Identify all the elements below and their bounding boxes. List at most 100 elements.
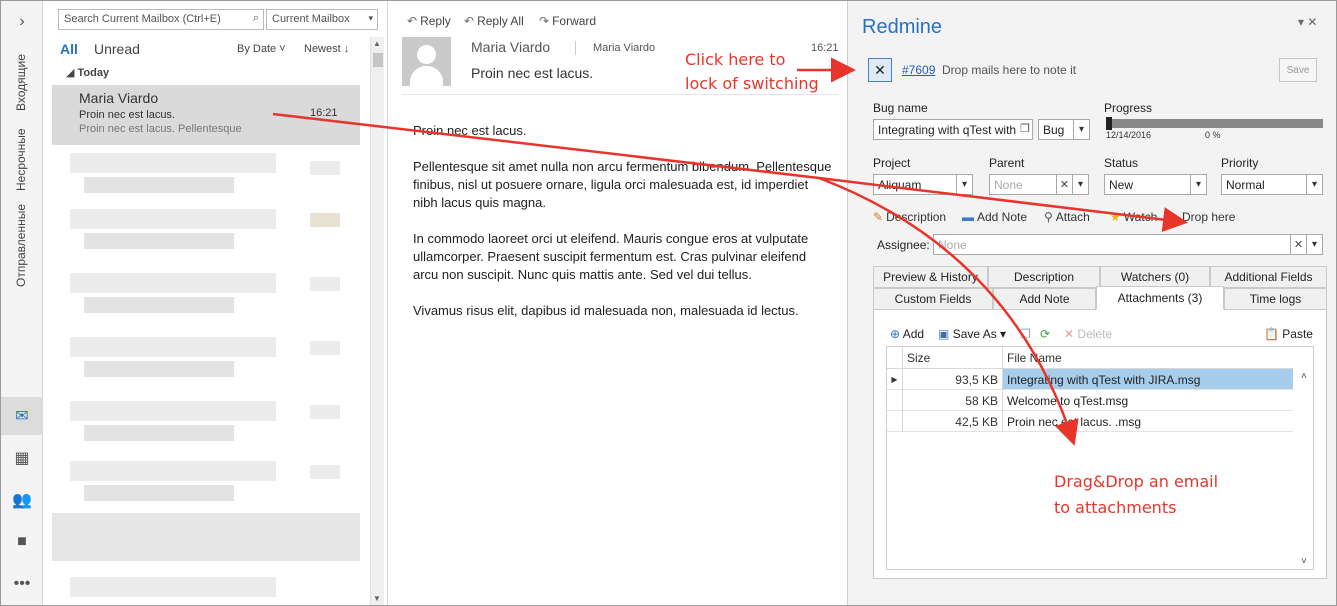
list-item[interactable]	[84, 233, 234, 249]
list-item[interactable]	[84, 485, 234, 501]
scroll-down-icon[interactable]: ▼	[373, 594, 381, 603]
panel-title: Redmine	[862, 16, 943, 38]
reading-recipient[interactable]: Maria Viardo	[593, 42, 655, 54]
tasks-icon[interactable]: ■	[1, 523, 43, 561]
table-row[interactable]: ▶ 93,5 KB Integrating with qTest with JI…	[887, 369, 1293, 390]
search-input[interactable]: Search Current Mailbox (Ctrl+E) ⌕	[58, 9, 264, 30]
folder-low-priority[interactable]: Несрочные	[14, 128, 28, 191]
copy-icon[interactable]: ❐	[1020, 122, 1030, 135]
paste-button[interactable]: 📋 Paste	[1264, 327, 1313, 341]
add-attachment-button[interactable]: ⊕ Add	[890, 327, 924, 341]
bug-name-input[interactable]: Integrating with qTest with ❐	[873, 119, 1033, 140]
description-action-label: Description	[886, 210, 947, 224]
tab-add-note[interactable]: Add Note	[993, 288, 1096, 310]
assignee-select[interactable]: None ✕ ▾	[933, 234, 1323, 255]
status-select[interactable]: New ▾	[1104, 174, 1207, 195]
parent-select[interactable]: None ✕ ▾	[989, 174, 1089, 195]
forward-button[interactable]: ↷ Forward	[539, 14, 596, 28]
list-item[interactable]	[70, 401, 276, 421]
reply-all-button[interactable]: ↶ Reply All	[464, 14, 524, 28]
watch-action[interactable]: ★ Watch	[1110, 210, 1157, 224]
progress-slider[interactable]	[1106, 119, 1323, 128]
tab-custom-fields[interactable]: Custom Fields	[873, 288, 993, 310]
progress-slider-handle[interactable]	[1106, 117, 1112, 130]
list-item[interactable]	[70, 577, 276, 597]
list-item[interactable]	[84, 297, 234, 313]
add-note-action[interactable]: ▬ Add Note	[962, 210, 1027, 224]
tab-time-logs[interactable]: Time logs	[1224, 288, 1327, 310]
chevron-down-icon[interactable]: ▾	[956, 175, 972, 194]
forward-icon: ↷	[539, 14, 550, 28]
refresh-icon[interactable]: ⟳	[1040, 327, 1050, 341]
people-icon[interactable]: 👥	[1, 481, 43, 519]
grid-scrollbar[interactable]: ˄ ˅	[1299, 369, 1313, 569]
list-item[interactable]	[70, 461, 276, 481]
tab-attachments[interactable]: Attachments (3)	[1096, 286, 1224, 310]
delete-attachment-button[interactable]: ✕ Delete	[1064, 327, 1112, 341]
save-as-button[interactable]: ▣ Save As ▾	[938, 327, 1006, 341]
attachment-name[interactable]: Proin nec est lacus. .msg	[1003, 411, 1293, 432]
folder-sent[interactable]: Отправленные	[14, 204, 28, 287]
panel-controls[interactable]: ▾ ✕	[1298, 15, 1317, 29]
column-header-file-name[interactable]: File Name	[1003, 347, 1293, 369]
project-select[interactable]: Aliquam ▾	[873, 174, 973, 195]
tab-additional-fields[interactable]: Additional Fields	[1210, 266, 1327, 288]
list-item[interactable]	[84, 177, 234, 193]
clear-icon[interactable]: ✕	[1290, 235, 1306, 254]
row-pointer-icon: ▶	[887, 369, 903, 390]
reply-button[interactable]: ↶ Reply	[407, 14, 451, 28]
reading-sender[interactable]: Maria Viardo	[471, 39, 550, 55]
list-item[interactable]	[70, 209, 276, 229]
message-list-scrollbar[interactable]: ▲ ▼	[370, 37, 384, 605]
search-icon[interactable]: ⌕	[253, 12, 259, 25]
filter-unread[interactable]: Unread	[94, 41, 140, 57]
list-item[interactable]	[70, 337, 276, 357]
list-item-selected[interactable]: Maria Viardo Proin nec est lacus. Proin …	[52, 85, 360, 145]
list-item[interactable]	[84, 361, 234, 377]
search-scope-select[interactable]: Current Mailbox ▾	[266, 9, 378, 30]
save-button[interactable]: Save	[1279, 58, 1317, 82]
scroll-down-icon[interactable]: ˅	[1301, 556, 1307, 567]
mail-icon[interactable]: ✉	[1, 397, 43, 435]
list-item[interactable]	[84, 425, 234, 441]
scroll-thumb[interactable]	[373, 53, 383, 67]
chevron-down-icon[interactable]: ▾	[1306, 175, 1322, 194]
chevron-right-icon[interactable]: ›	[1, 3, 43, 41]
sort-order-toggle[interactable]: Newest ↓	[304, 43, 349, 55]
list-item[interactable]	[70, 273, 276, 293]
filter-all[interactable]: All	[60, 41, 78, 57]
body-paragraph: Vivamus risus elit, dapibus id malesuada…	[413, 303, 799, 318]
list-item[interactable]	[52, 513, 360, 561]
description-action[interactable]: ✎ Description	[873, 210, 946, 224]
lock-switching-button[interactable]: ✕	[868, 58, 892, 82]
list-item[interactable]	[70, 153, 276, 173]
sort-by-dropdown[interactable]: By Date ˅	[237, 43, 286, 55]
list-item	[310, 465, 340, 479]
attachment-name[interactable]: Integrating with qTest with JIRA.msg	[1003, 369, 1293, 390]
priority-select[interactable]: Normal ▾	[1221, 174, 1323, 195]
chevron-down-icon[interactable]: ▾	[1190, 175, 1206, 194]
group-header-today[interactable]: ◢ Today	[66, 66, 109, 79]
calendar-icon[interactable]: ▦	[1, 439, 43, 477]
tab-description[interactable]: Description	[988, 266, 1100, 288]
more-icon[interactable]: •••	[1, 565, 43, 603]
attachment-name[interactable]: Welcome to qTest.msg	[1003, 390, 1293, 411]
column-header-size[interactable]: Size	[903, 347, 1003, 369]
scroll-up-icon[interactable]: ˄	[1301, 371, 1307, 382]
chevron-down-icon[interactable]: ▾	[1072, 175, 1088, 194]
tab-watchers[interactable]: Watchers (0)	[1100, 266, 1210, 288]
folder-inbox[interactable]: Входящие	[14, 54, 28, 111]
tracker-select[interactable]: Bug ▾	[1038, 119, 1090, 140]
scroll-up-icon[interactable]: ▲	[373, 39, 381, 48]
table-row[interactable]: 58 KB Welcome to qTest.msg	[887, 390, 1293, 411]
issue-link[interactable]: #7609	[902, 63, 935, 77]
attach-action[interactable]: ⚲ Attach	[1044, 210, 1090, 224]
tab-preview-history[interactable]: Preview & History	[873, 266, 988, 288]
status-label: Status	[1104, 156, 1139, 170]
chevron-down-icon[interactable]: ▾	[1073, 120, 1089, 139]
chevron-down-icon[interactable]: ▾	[1306, 235, 1322, 254]
table-row[interactable]: 42,5 KB Proin nec est lacus. .msg	[887, 411, 1293, 432]
clear-icon[interactable]: ✕	[1056, 175, 1072, 194]
drop-here-target[interactable]: Drop here	[1182, 210, 1235, 224]
copy-icon[interactable]: ❐	[1020, 327, 1031, 341]
